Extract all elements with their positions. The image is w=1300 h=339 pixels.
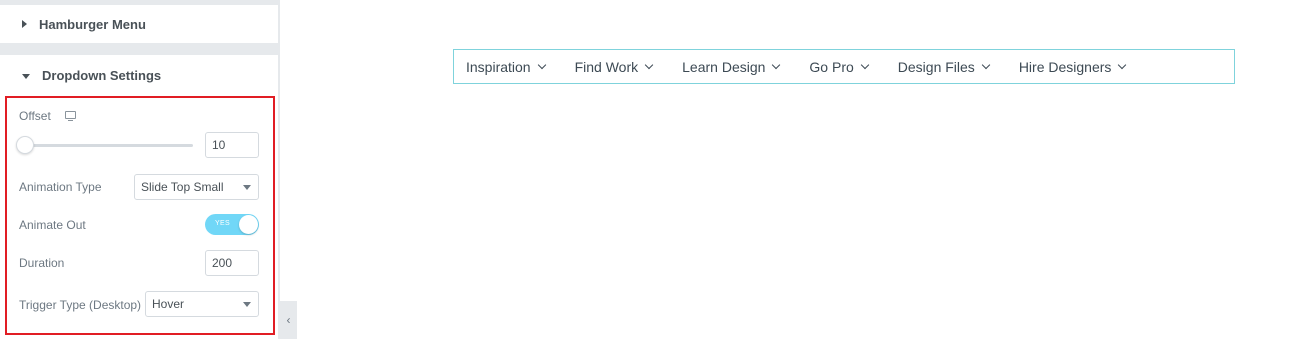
animate-out-toggle[interactable]: YES xyxy=(205,214,259,235)
offset-input[interactable]: 10 xyxy=(205,132,259,158)
trigger-type-value: Hover xyxy=(152,297,185,311)
chevron-down-icon xyxy=(860,60,870,69)
desktop-icon[interactable] xyxy=(65,111,76,121)
chevron-down-icon xyxy=(981,60,991,69)
chevron-down-icon xyxy=(644,60,654,69)
nav-item-label: Design Files xyxy=(897,58,975,75)
trigger-type-select[interactable]: Hover xyxy=(145,291,259,317)
offset-slider-handle[interactable] xyxy=(16,136,34,154)
section-title: Hamburger Menu xyxy=(39,16,146,32)
animation-type-value: Slide Top Small xyxy=(141,180,224,194)
chevron-down-icon xyxy=(243,185,251,190)
section-title: Dropdown Settings xyxy=(42,67,162,83)
duration-label: Duration xyxy=(19,256,65,270)
nav-item-design-files[interactable]: Design Files xyxy=(897,58,991,75)
nav-item-label: Go Pro xyxy=(809,58,854,75)
animation-type-select[interactable]: Slide Top Small xyxy=(134,174,259,200)
duration-input[interactable]: 200 xyxy=(205,250,259,276)
nav-item-label: Find Work xyxy=(574,58,639,75)
nav-item-find-work[interactable]: Find Work xyxy=(574,58,654,75)
chevron-down-icon xyxy=(772,60,781,69)
offset-slider-track[interactable] xyxy=(25,144,193,147)
chevron-left-icon: ‹ xyxy=(286,313,291,327)
panel-collapse-button[interactable]: ‹ xyxy=(280,301,297,339)
nav-item-label: Inspiration xyxy=(466,58,531,75)
nav-item-label: Learn Design xyxy=(682,58,766,75)
caret-right-icon xyxy=(22,20,27,28)
toggle-yes-text: YES xyxy=(215,220,230,227)
chevron-down-icon xyxy=(243,302,251,307)
animate-out-label: Animate Out xyxy=(19,218,86,232)
nav-item-hire-designers[interactable]: Hire Designers xyxy=(1018,58,1127,75)
trigger-type-label: Trigger Type (Desktop) xyxy=(19,298,142,312)
chevron-down-icon xyxy=(1118,60,1127,69)
section-hamburger-menu[interactable]: Hamburger Menu xyxy=(0,5,278,43)
nav-item-go-pro[interactable]: Go Pro xyxy=(809,58,870,75)
editor-panel: Hamburger Menu Dropdown Settings Offset … xyxy=(0,0,280,339)
toggle-knob xyxy=(239,215,258,234)
nav-item-label: Hire Designers xyxy=(1018,58,1112,75)
preview-nav-menu: Inspiration Find Work Learn Design Go Pr… xyxy=(453,49,1235,84)
nav-item-learn-design[interactable]: Learn Design xyxy=(682,58,781,75)
nav-item-inspiration[interactable]: Inspiration xyxy=(466,58,546,75)
caret-down-icon xyxy=(22,73,30,79)
offset-label: Offset xyxy=(19,109,51,123)
section-dropdown-settings[interactable]: Dropdown Settings xyxy=(0,55,278,95)
chevron-down-icon xyxy=(537,60,546,69)
animation-type-label: Animation Type xyxy=(19,180,102,194)
